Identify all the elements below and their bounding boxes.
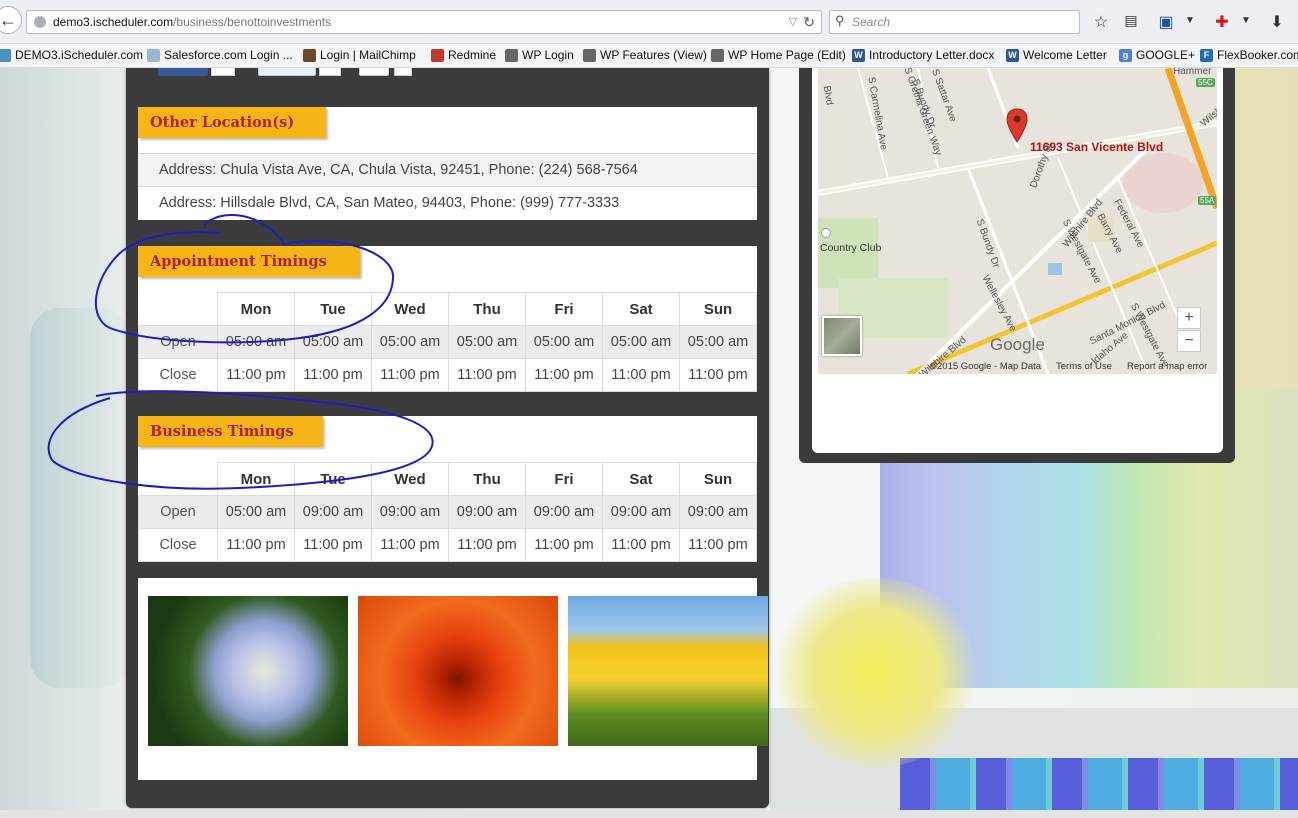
chrysanthemum-photo[interactable] bbox=[358, 596, 558, 746]
save-menu-chevron-icon[interactable]: ▼ bbox=[1184, 15, 1196, 35]
map-pin-icon[interactable] bbox=[1006, 108, 1028, 144]
bookmark-item[interactable]: DEMO3.iScheduler.com bbox=[0, 48, 143, 62]
time-cell: 11:00 pm bbox=[448, 528, 526, 562]
hydrangea-photo[interactable] bbox=[148, 596, 348, 746]
bookmark-item[interactable]: F FlexBooker.com bbox=[1200, 48, 1298, 62]
reading-list-icon[interactable]: ▤ bbox=[1122, 12, 1140, 32]
hand-drawn-annotation bbox=[47, 214, 434, 490]
highway-badge: 55C bbox=[1196, 78, 1215, 87]
url-bar[interactable]: demo3.ischeduler.com/business/benottoinv… bbox=[26, 10, 822, 34]
word-doc-icon: W bbox=[852, 48, 865, 62]
bookmark-item[interactable]: WP Home Page (Edit) bbox=[711, 48, 846, 62]
mailchimp-icon bbox=[303, 48, 316, 62]
annotation-circle-business bbox=[47, 390, 434, 490]
table-row: Close 11:00 pm 11:00 pm 11:00 pm 11:00 p… bbox=[138, 528, 757, 562]
taskbar-strip bbox=[0, 810, 1298, 818]
street-label: Hammer bbox=[1173, 68, 1212, 77]
time-cell: 11:00 pm bbox=[217, 528, 295, 562]
background-yellow-ball bbox=[770, 578, 980, 768]
ischeduler-icon bbox=[0, 48, 11, 62]
zoom-in-button[interactable]: + bbox=[1177, 307, 1201, 329]
background-tube-caps bbox=[900, 758, 1298, 818]
bookmark-item[interactable]: Login | MailChimp bbox=[303, 48, 416, 62]
browser-toolbar: ← demo3.ischeduler.com/business/benottoi… bbox=[0, 0, 1298, 44]
search-placeholder: Search bbox=[852, 15, 891, 29]
bookmark-item[interactable]: WP Login bbox=[505, 48, 574, 62]
time-cell: 11:00 pm bbox=[294, 528, 372, 562]
place-label-country-club: Country Club bbox=[820, 242, 882, 254]
bookmark-item[interactable]: W Introductory Letter.docx bbox=[852, 48, 994, 62]
redmine-icon bbox=[431, 48, 444, 62]
time-cell: 11:00 pm bbox=[602, 528, 680, 562]
time-cell: 11:00 pm bbox=[525, 528, 603, 562]
satellite-toggle-button[interactable] bbox=[822, 316, 862, 356]
map-attribution: ©2015 Google - Map Data bbox=[930, 361, 1042, 372]
highway-badge: 55A bbox=[1198, 196, 1217, 205]
wordpress-icon bbox=[505, 48, 518, 62]
word-doc-icon: W bbox=[1006, 48, 1019, 62]
google-icon: g bbox=[1119, 48, 1132, 62]
map-pin-label: 11693 San Vicente Blvd bbox=[1030, 140, 1164, 154]
time-cell: 11:00 pm bbox=[371, 528, 449, 562]
bookmarks-toolbar: DEMO3.iScheduler.com Salesforce.com Logi… bbox=[0, 44, 1298, 68]
google-logo: Google bbox=[990, 335, 1045, 354]
globe-icon bbox=[34, 16, 46, 28]
tulips-photo[interactable] bbox=[568, 596, 768, 746]
url-host: demo3.ischeduler.com bbox=[53, 15, 174, 29]
wordpress-icon bbox=[583, 48, 596, 62]
bookmark-item[interactable]: W Welcome Letter bbox=[1006, 48, 1107, 62]
time-cell: 11:00 pm bbox=[679, 528, 757, 562]
save-icon[interactable]: ▣ bbox=[1157, 12, 1175, 32]
wordpress-icon bbox=[711, 48, 724, 62]
page-content: Other Location(s) Address: Chula Vista A… bbox=[0, 68, 1298, 818]
map-pin-dot bbox=[1013, 115, 1021, 123]
bookmark-item[interactable]: WP Features (View) bbox=[583, 48, 707, 62]
row-label: Close bbox=[138, 528, 218, 562]
annotation-circle-appointment bbox=[94, 214, 395, 344]
bookmark-item[interactable]: g GOOGLE+ bbox=[1119, 48, 1195, 62]
map-pin-shape bbox=[1006, 108, 1028, 143]
reload-icon[interactable]: ↻ bbox=[803, 11, 815, 33]
cloud-icon bbox=[147, 48, 160, 62]
download-icon[interactable]: ⬇ bbox=[1268, 12, 1286, 32]
back-arrow-icon: ← bbox=[0, 9, 17, 30]
flexbooker-icon: F bbox=[1200, 48, 1213, 62]
url-dropdown-icon[interactable]: ▽ bbox=[789, 11, 797, 33]
url-path: /business/benottoinvestments bbox=[173, 15, 332, 29]
back-button[interactable]: ← bbox=[0, 6, 22, 34]
search-input[interactable]: ⚲ Search bbox=[829, 10, 1080, 34]
search-icon: ⚲ bbox=[835, 13, 845, 28]
photo-gallery-panel bbox=[138, 578, 768, 780]
map-water bbox=[1048, 263, 1062, 275]
bookmark-star-icon[interactable]: ☆ bbox=[1092, 12, 1110, 32]
bookmark-item[interactable]: Salesforce.com Login ... bbox=[147, 48, 293, 62]
golf-course-icon bbox=[821, 228, 831, 238]
addon-plus-icon[interactable]: ✚ bbox=[1213, 12, 1231, 32]
terms-of-use-link[interactable]: Terms of Use bbox=[1056, 361, 1112, 372]
zoom-out-button[interactable]: − bbox=[1177, 330, 1201, 352]
addon-menu-chevron-icon[interactable]: ▼ bbox=[1240, 15, 1252, 35]
report-map-error-link[interactable]: Report a map error bbox=[1127, 361, 1207, 372]
bookmark-item[interactable]: Redmine bbox=[431, 48, 496, 62]
